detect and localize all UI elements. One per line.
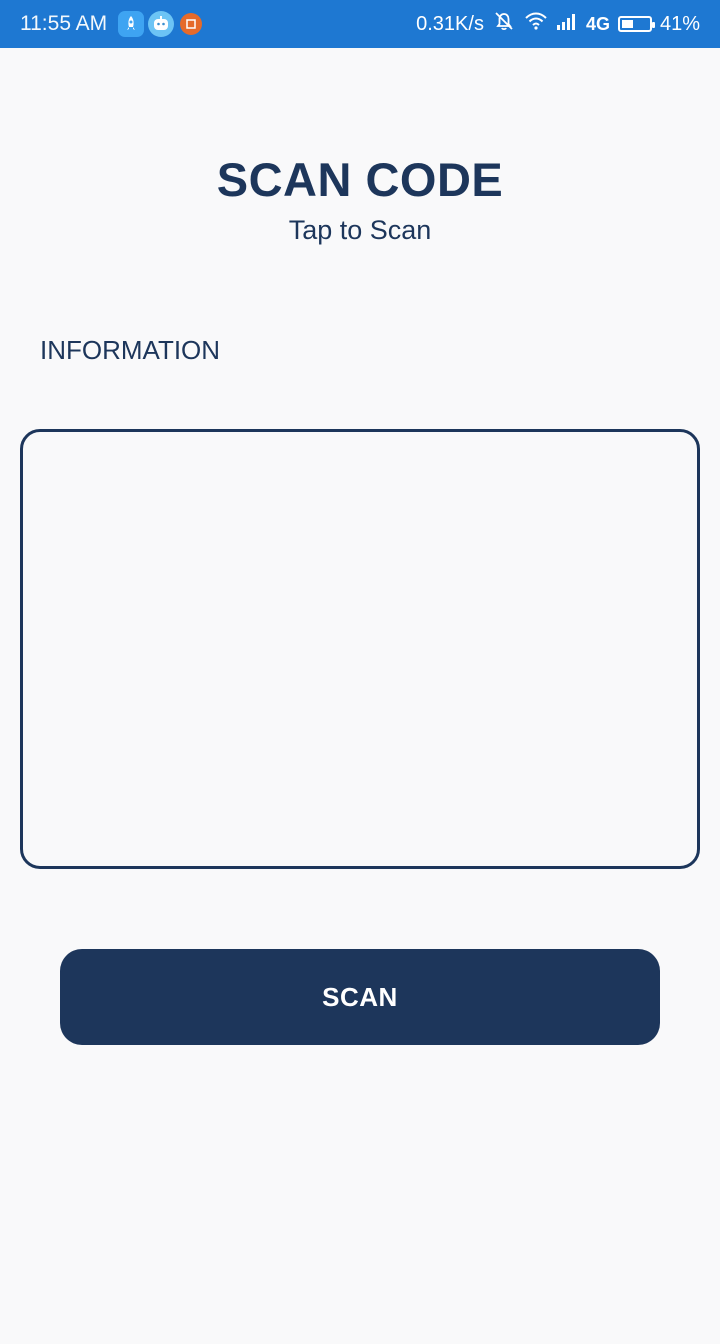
status-bar: 11:55 AM 0.31K/s 4G 41%: [0, 0, 720, 48]
mute-bell-icon: [492, 9, 516, 39]
scan-button[interactable]: SCAN: [60, 949, 660, 1045]
battery-percent: 41%: [659, 12, 700, 35]
battery-fill: [621, 20, 633, 28]
robot-app-icon: [148, 11, 175, 37]
wifi-icon: [524, 11, 548, 37]
net-speed: 0.31K/s: [416, 12, 484, 35]
rocket-app-icon: [118, 11, 145, 37]
battery-icon: [617, 16, 655, 32]
status-time: 11:55 AM: [20, 12, 108, 35]
information-label: INFORMATION: [40, 335, 221, 365]
orange-app-icon: [180, 13, 203, 35]
status-bar-left: 11:55 AM: [20, 11, 203, 37]
page-title: SCAN CODE: [216, 153, 504, 206]
information-box[interactable]: [20, 429, 700, 869]
page-subtitle: Tap to Scan: [288, 215, 432, 245]
network-type: 4G: [585, 13, 610, 34]
status-bar-right: 0.31K/s 4G 41%: [416, 9, 700, 39]
signal-icon: [556, 11, 578, 37]
